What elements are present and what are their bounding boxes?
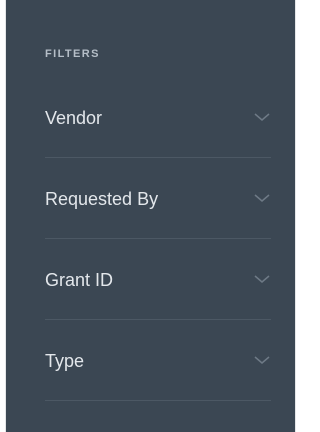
filter-vendor-label: Vendor (45, 108, 103, 128)
chevron-down-icon[interactable] (253, 192, 271, 204)
filter-list: Vendor Requested By Grant ID Type (45, 77, 271, 401)
filter-requested-by[interactable]: Requested By (45, 158, 271, 239)
chevron-down-icon[interactable] (253, 273, 271, 285)
panel-right-edge (295, 0, 296, 432)
filters-heading: FILTERS (45, 48, 100, 60)
filter-requested-by-label: Requested By (45, 189, 159, 209)
filter-grant-id-label: Grant ID (45, 270, 114, 290)
filters-panel: FILTERS Vendor Requested By Grant ID Typ… (5, 0, 296, 432)
filter-vendor[interactable]: Vendor (45, 77, 271, 158)
chevron-down-icon[interactable] (253, 111, 271, 123)
filter-grant-id[interactable]: Grant ID (45, 239, 271, 320)
panel-left-edge (5, 0, 6, 432)
filter-type[interactable]: Type (45, 320, 271, 401)
filter-type-label: Type (45, 351, 85, 371)
chevron-down-icon[interactable] (253, 354, 271, 366)
